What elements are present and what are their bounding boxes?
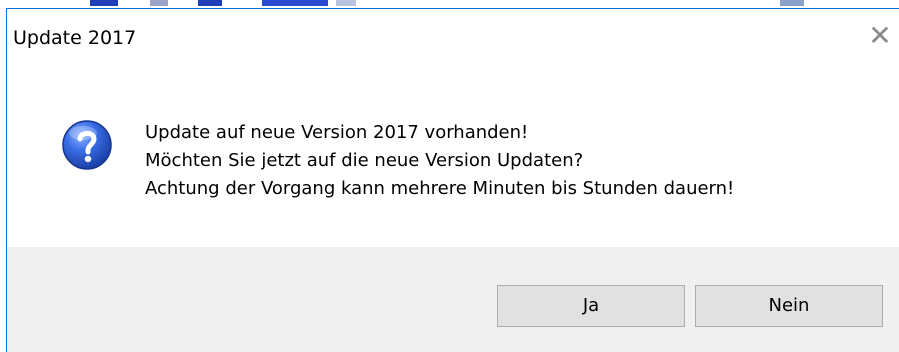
close-icon: ✕ <box>868 19 892 52</box>
background-fragment <box>90 0 118 6</box>
message-line: Möchten Sie jetzt auf die neue Version U… <box>145 150 584 171</box>
background-fragment <box>780 0 804 6</box>
background-fragment <box>150 0 168 6</box>
background-fragment <box>198 0 222 6</box>
dialog-button-bar: Ja Nein <box>7 247 899 352</box>
background-fragment <box>262 0 328 6</box>
question-icon <box>62 120 112 170</box>
yes-button[interactable]: Ja <box>497 285 685 327</box>
dialog-title: Update 2017 <box>13 27 137 49</box>
dialog-message: Update auf neue Version 2017 vorhanden! … <box>145 119 734 203</box>
background-fragment <box>336 0 356 6</box>
dialog-content: Update auf neue Version 2017 vorhanden! … <box>7 65 899 247</box>
update-dialog: Update 2017 ✕ Update auf neue Version 20… <box>6 8 899 352</box>
message-line: Update auf neue Version 2017 vorhanden! <box>145 122 529 143</box>
message-line: Achtung der Vorgang kann mehrere Minuten… <box>145 178 735 199</box>
close-button[interactable]: ✕ <box>865 21 895 51</box>
dialog-titlebar[interactable]: Update 2017 ✕ <box>7 9 899 65</box>
no-button[interactable]: Nein <box>695 285 883 327</box>
